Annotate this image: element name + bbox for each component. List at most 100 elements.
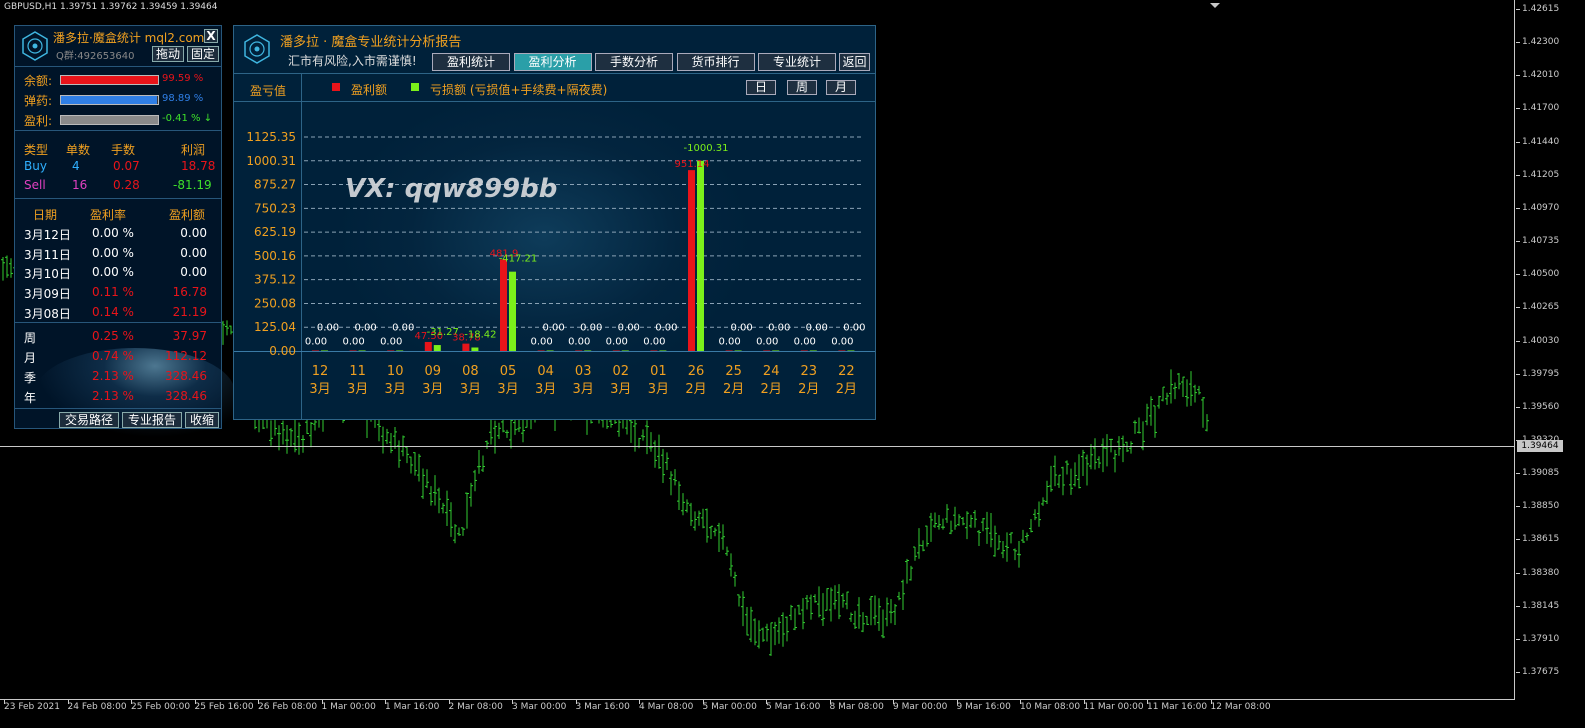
tab-2[interactable]: 盈利分析 [513, 53, 592, 71]
price-bar [717, 522, 721, 553]
x-tick-month: 2月 [836, 382, 857, 397]
price-bar [1041, 497, 1045, 506]
x-tick-month: 3月 [497, 382, 518, 397]
x-tick-day: 09 [425, 364, 442, 379]
x-tick-day: 10 [387, 364, 404, 379]
back-button[interactable]: 返回 [839, 53, 870, 71]
price-bar [965, 511, 969, 540]
pro-report-button[interactable]: 专业报告 [122, 412, 182, 428]
month-button[interactable]: 月 [826, 80, 856, 95]
price-tick: 1.42615 [1515, 4, 1560, 14]
price-bar [413, 452, 417, 476]
price-bar [885, 597, 889, 627]
pin-button[interactable]: 固定 [187, 46, 219, 62]
price-bar [689, 502, 693, 526]
drag-button[interactable]: 拖动 [152, 46, 184, 62]
price-bar [737, 594, 741, 607]
price-bar [865, 615, 869, 625]
price-tick: 1.39795 [1515, 368, 1560, 379]
period-amount: 37.97 [172, 329, 207, 343]
price-bar [1017, 541, 1021, 568]
type-table: 类型 单数 手数 利润 Buy 4 0.07 18.78 Sell 16 0.2… [15, 130, 221, 199]
loss-bar [621, 350, 629, 351]
price-axis[interactable]: 1.42615 1.42300 1.42010 1.41700 1.41440 1.412… [1515, 0, 1585, 700]
trade-path-button[interactable]: 交易路径 [59, 412, 119, 428]
price-bar [809, 594, 813, 620]
loss-data-label: 0.00 [730, 323, 752, 334]
loss-data-label: -417.21 [499, 254, 538, 265]
loss-bar [847, 350, 855, 351]
price-bar [813, 594, 817, 603]
tab-3[interactable]: 手数分析 [595, 53, 673, 71]
price-bar [897, 591, 901, 601]
price-bar [773, 621, 777, 646]
week-button[interactable]: 周 [787, 80, 817, 95]
price-bar [757, 620, 761, 649]
chart-shift-marker-icon[interactable] [1210, 3, 1220, 8]
price-bar [725, 546, 729, 556]
price-bar [733, 571, 737, 587]
profit-loss-bar-chart: 1125.35 1000.31 875.27 750.23 625.19 500.16 37… [246, 130, 865, 397]
profit-legend-swatch [332, 83, 340, 91]
report-logo-icon [244, 34, 270, 64]
profit-bar [500, 259, 507, 351]
price-bar [453, 524, 457, 544]
profit-bar [537, 350, 545, 351]
price-bar [753, 618, 757, 646]
profit-legend-label: 盈利额 [351, 83, 388, 97]
price-bar [469, 482, 473, 507]
price-bar [5, 255, 9, 278]
y-tick-label: 375.12 [254, 273, 296, 287]
price-bar [1149, 396, 1153, 426]
period-label: 季 [24, 371, 37, 385]
daily-amount: 0.00 [180, 265, 207, 280]
price-tick: 1.38850 [1515, 501, 1560, 512]
price-bar [1005, 532, 1009, 562]
price-bar [713, 527, 717, 537]
price-bar [1193, 384, 1197, 403]
price-bar [665, 452, 669, 471]
close-button[interactable]: X [204, 29, 218, 43]
price-bar [1029, 519, 1033, 533]
metric-label: 盈利: [24, 114, 53, 128]
metric-bar-fill [61, 96, 157, 104]
price-bar [913, 546, 917, 561]
time-tick: 1 Mar 16:00 [385, 700, 440, 712]
daily-header: 盈利率 [90, 208, 127, 222]
loss-data-label: 0.00 [317, 323, 339, 334]
price-bar [409, 456, 413, 474]
loss-bar [772, 350, 780, 351]
daily-amount: 21.19 [172, 304, 207, 319]
period-amount: 112.12 [165, 349, 207, 363]
loss-legend-swatch [411, 83, 419, 91]
time-tick: 12 Mar 08:00 [1210, 700, 1271, 712]
price-bar [641, 429, 645, 441]
price-bar [1089, 444, 1093, 470]
profit-bar [612, 350, 620, 351]
tab-1[interactable]: 盈利统计 [432, 53, 510, 71]
tab-4[interactable]: 货币排行 [676, 53, 755, 71]
price-bar [293, 418, 297, 453]
price-tick: 1.37675 [1515, 667, 1560, 677]
collapse-button[interactable]: 收缩 [185, 412, 219, 428]
x-tick-month: 3月 [309, 382, 330, 397]
price-bar [1037, 501, 1041, 527]
tab-5[interactable]: 专业统计 [758, 53, 836, 71]
time-tick: 1 Mar 00:00 [321, 700, 376, 712]
profit-data-label: 0.00 [342, 337, 364, 348]
price-bar [441, 502, 445, 514]
profit-data-label: 951.14 [675, 159, 710, 170]
y-caption: 盈亏值 [250, 84, 287, 98]
metric-value: -0.41 % ↓ [162, 113, 213, 124]
price-bar [1085, 454, 1089, 486]
y-tick-label: 0.00 [269, 344, 296, 358]
price-bar [825, 588, 829, 611]
price-bar [761, 627, 765, 642]
x-tick-month: 2月 [685, 382, 706, 397]
day-button[interactable]: 日 [746, 80, 776, 95]
price-bar [1093, 438, 1097, 470]
price-tick: 1.38380 [1515, 567, 1560, 578]
metric-label: 余额: [24, 74, 53, 88]
price-bar [841, 593, 845, 608]
time-axis[interactable]: 23 Feb 2021 24 Feb 08:00 25 Feb 00:00 25 Fe… [0, 700, 1515, 728]
